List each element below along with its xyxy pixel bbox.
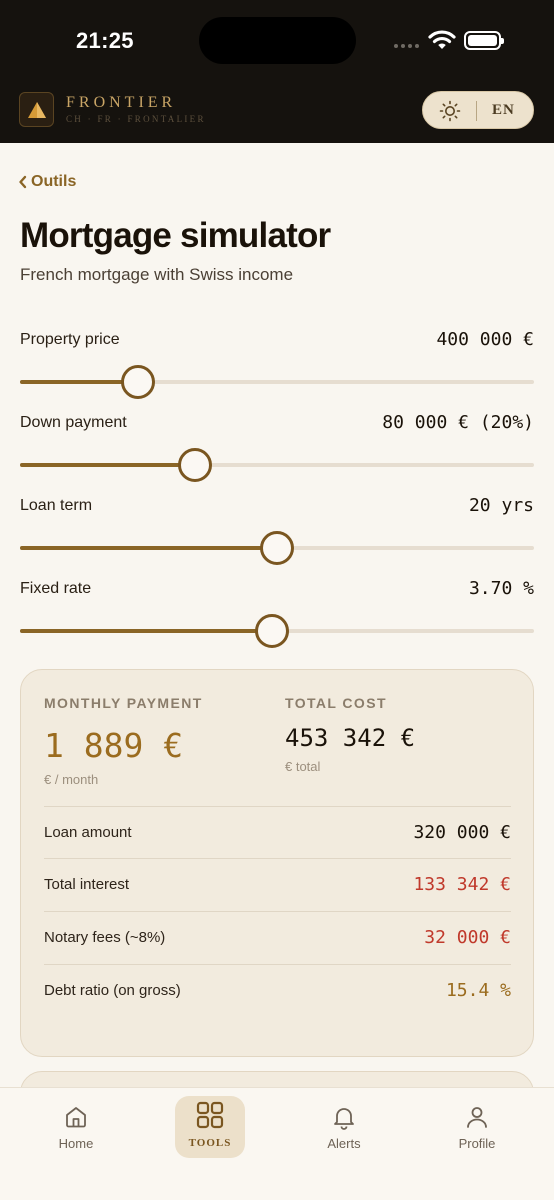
brand-tagline: CH · FR · FRONTALIER xyxy=(66,114,206,124)
fixed-rate-value: 3.70 % xyxy=(468,578,534,599)
slider-fill xyxy=(20,463,195,467)
result-row: Notary fees (~8%) 32 000 € xyxy=(44,911,511,963)
home-icon xyxy=(66,1107,86,1128)
dynamic-island xyxy=(199,17,356,64)
loan-term-label: Loan term xyxy=(20,497,93,514)
result-row: Total interest 133 342 € xyxy=(44,858,511,910)
property-price-value: 400 000 € xyxy=(436,329,534,350)
slider-thumb[interactable] xyxy=(260,531,294,565)
pill-divider xyxy=(476,101,477,121)
loan-term-slider[interactable] xyxy=(20,531,534,565)
brand-name: FRONTIER xyxy=(66,94,177,111)
nav-alerts-label: Alerts xyxy=(327,1136,361,1151)
grid-icon xyxy=(196,1101,224,1129)
app-logo xyxy=(19,92,54,127)
debt-ratio-label: Debt ratio (on gross) xyxy=(44,982,181,999)
cellular-signal-icon xyxy=(394,44,419,48)
wifi-icon xyxy=(428,30,456,49)
theme-language-toggle[interactable]: EN xyxy=(422,91,534,129)
notary-fees-label: Notary fees (~8%) xyxy=(44,929,166,946)
total-interest-label: Total interest xyxy=(44,876,130,893)
total-cost-value: 453 342 € xyxy=(285,724,416,752)
loan-amount-label: Loan amount xyxy=(44,824,132,841)
debt-ratio-value: 15.4 % xyxy=(445,980,511,1001)
notary-fees-value: 32 000 € xyxy=(424,927,511,948)
loan-term-value: 20 yrs xyxy=(468,495,534,516)
sun-icon[interactable] xyxy=(439,100,461,122)
result-row: Loan amount 320 000 € xyxy=(44,806,511,858)
chevron-left-icon xyxy=(19,175,27,189)
fixed-rate-label: Fixed rate xyxy=(20,580,92,597)
total-interest-value: 133 342 € xyxy=(413,874,511,895)
nav-profile-label: Profile xyxy=(458,1136,496,1151)
bottom-nav: Home TOOLS Alerts Profile xyxy=(0,1087,554,1200)
results-card: MONTHLY PAYMENT 1 889 € € / month TOTAL … xyxy=(20,669,534,1057)
user-icon xyxy=(467,1107,487,1128)
nav-tools-label: TOOLS xyxy=(188,1137,232,1149)
status-time: 21:25 xyxy=(76,28,134,53)
language-button[interactable]: EN xyxy=(492,102,515,119)
back-link[interactable]: Outils xyxy=(18,173,76,191)
top-bar: 21:25 FRONTIER CH · FR · FRONTALIER EN xyxy=(0,0,554,143)
slider-thumb[interactable] xyxy=(254,614,289,648)
monthly-payment-unit: € / month xyxy=(44,772,99,787)
property-price-label: Property price xyxy=(20,331,120,348)
page-title: Mortgage simulator xyxy=(20,216,331,255)
down-payment-value: 80 000 € (20%) xyxy=(382,412,534,433)
result-row: Debt ratio (on gross) 15.4 % xyxy=(44,964,511,1016)
property-price-slider[interactable] xyxy=(20,365,534,399)
fixed-rate-slider[interactable] xyxy=(20,614,534,648)
slider-thumb[interactable] xyxy=(121,365,156,399)
battery-icon xyxy=(464,31,504,50)
total-cost-unit: € total xyxy=(285,759,321,774)
slider-thumb[interactable] xyxy=(177,448,212,482)
monthly-payment-caption: MONTHLY PAYMENT xyxy=(44,695,203,711)
loan-amount-value: 320 000 € xyxy=(413,822,511,843)
monthly-payment-value: 1 889 € xyxy=(44,726,184,765)
slider-fill xyxy=(20,629,272,633)
back-link-label[interactable]: Outils xyxy=(31,173,76,191)
slider-fill xyxy=(20,546,277,550)
total-cost-caption: TOTAL COST xyxy=(285,695,387,711)
bell-icon xyxy=(334,1108,354,1130)
down-payment-label: Down payment xyxy=(20,414,127,431)
nav-home-label: Home xyxy=(58,1136,94,1151)
down-payment-slider[interactable] xyxy=(20,448,534,482)
page-subtitle: French mortgage with Swiss income xyxy=(20,265,294,284)
